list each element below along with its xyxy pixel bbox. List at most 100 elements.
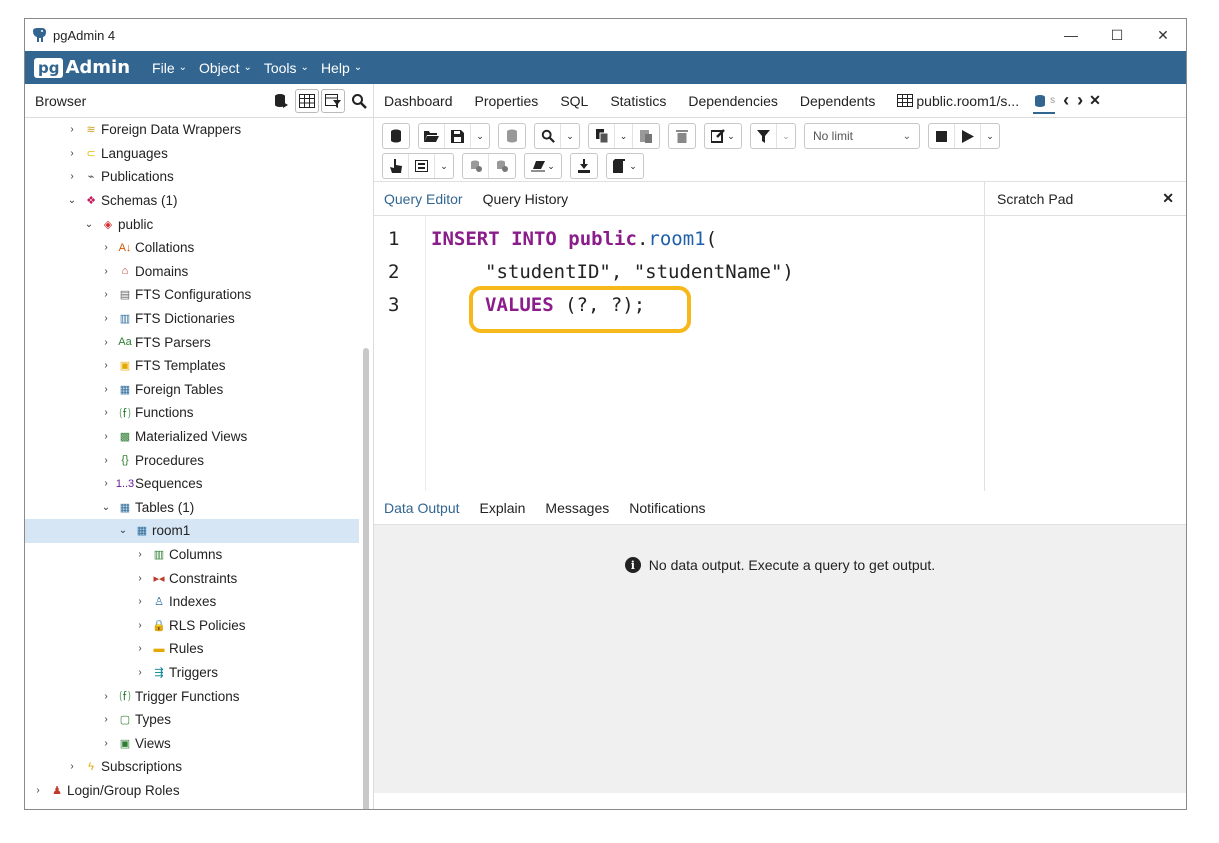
tree-scrollbar[interactable]: [363, 348, 369, 809]
tree-item-sequences[interactable]: › 1..3 Sequences: [25, 472, 359, 496]
tree-item-tables-1[interactable]: ⌄ ▦ Tables (1): [25, 496, 359, 520]
tab-explain[interactable]: Explain: [480, 500, 526, 516]
tab-dashboard[interactable]: Dashboard: [384, 93, 453, 109]
tab-query-tool[interactable]: s: [1033, 94, 1056, 114]
tab-properties[interactable]: Properties: [475, 93, 539, 109]
tab-scroll-left-button[interactable]: ‹: [1063, 90, 1069, 111]
tree-item-fts-configurations[interactable]: › ▤ FTS Configurations: [25, 283, 359, 307]
chevron-right-icon[interactable]: ›: [65, 171, 79, 182]
database-icon[interactable]: [383, 124, 409, 148]
chevron-right-icon[interactable]: ›: [99, 431, 113, 442]
stop-icon[interactable]: [929, 124, 955, 148]
chevron-down-icon[interactable]: ⌄: [65, 195, 79, 206]
tab-dependents[interactable]: Dependents: [800, 93, 876, 109]
minimize-button[interactable]: —: [1048, 19, 1094, 51]
tree-item-constraints[interactable]: › ▸◂ Constraints: [25, 566, 359, 590]
tab-query-editor[interactable]: Query Editor: [384, 191, 463, 207]
chevron-right-icon[interactable]: ›: [65, 124, 79, 135]
tree-item-room1[interactable]: ⌄ ▦ room1: [25, 519, 359, 543]
filter-icon[interactable]: [751, 124, 777, 148]
tab-dependencies[interactable]: Dependencies: [688, 93, 778, 109]
tree-item-subscriptions[interactable]: › ϟ Subscriptions: [25, 755, 359, 779]
chevron-right-icon[interactable]: ›: [99, 313, 113, 324]
close-icon[interactable]: ✕: [1162, 190, 1174, 207]
tab-view-data[interactable]: public.room1/s...: [897, 93, 1019, 109]
chevron-right-icon[interactable]: ›: [133, 643, 147, 654]
explain-icon[interactable]: [383, 154, 409, 178]
chevron-down-icon[interactable]: ⌄: [99, 502, 113, 513]
tree-item-fts-parsers[interactable]: › Aa FTS Parsers: [25, 330, 359, 354]
explain-analyze-icon[interactable]: [409, 154, 435, 178]
tree-item-fts-dictionaries[interactable]: › ▥ FTS Dictionaries: [25, 307, 359, 331]
query-tool-icon[interactable]: [269, 89, 293, 113]
tab-messages[interactable]: Messages: [545, 500, 609, 516]
open-file-icon[interactable]: [419, 124, 445, 148]
copy-icon[interactable]: [589, 124, 615, 148]
chevron-down-icon[interactable]: ⌄: [435, 154, 453, 178]
edit-icon[interactable]: ⌄: [705, 124, 741, 148]
view-data-icon[interactable]: [295, 88, 319, 113]
close-window-button[interactable]: ✕: [1140, 19, 1186, 51]
execute-icon[interactable]: [955, 124, 981, 148]
chevron-right-icon[interactable]: ›: [99, 289, 113, 300]
chevron-down-icon[interactable]: ⌄: [777, 124, 795, 148]
menu-file[interactable]: File ⌄: [152, 60, 187, 76]
chevron-right-icon[interactable]: ›: [99, 738, 113, 749]
find-icon[interactable]: [535, 124, 561, 148]
chevron-right-icon[interactable]: ›: [133, 596, 147, 607]
paste-icon[interactable]: [633, 124, 659, 148]
tree-item-materialized-views[interactable]: › ▩ Materialized Views: [25, 425, 359, 449]
chevron-right-icon[interactable]: ›: [65, 148, 79, 159]
code-editor[interactable]: 1 2 3 INSERT INTO public.room1( "student…: [374, 216, 984, 491]
macros-icon[interactable]: ⌄: [607, 154, 643, 178]
tree-item-triggers[interactable]: › ⇶ Triggers: [25, 661, 359, 685]
tree-item-rls-policies[interactable]: › 🔒 RLS Policies: [25, 613, 359, 637]
tree-item-collations[interactable]: › A↓ Collations: [25, 236, 359, 260]
menu-object[interactable]: Object ⌄: [199, 60, 252, 76]
search-icon[interactable]: [347, 89, 371, 113]
eraser-icon[interactable]: ⌄: [525, 154, 561, 178]
tree-item-login-group-roles[interactable]: › ♟ Login/Group Roles: [25, 779, 359, 803]
tab-sql[interactable]: SQL: [560, 93, 588, 109]
tree-item-functions[interactable]: › ⒡ Functions: [25, 401, 359, 425]
tree-item-languages[interactable]: › ⊂ Languages: [25, 142, 359, 166]
tree-item-indexes[interactable]: › ♙ Indexes: [25, 590, 359, 614]
chevron-down-icon[interactable]: ⌄: [471, 124, 489, 148]
chevron-right-icon[interactable]: ›: [99, 714, 113, 725]
tab-notifications[interactable]: Notifications: [629, 500, 705, 516]
tab-statistics[interactable]: Statistics: [610, 93, 666, 109]
tab-scroll-right-button[interactable]: ›: [1077, 90, 1083, 111]
tree-item-procedures[interactable]: › {} Procedures: [25, 448, 359, 472]
tree-item-types[interactable]: › ▢ Types: [25, 708, 359, 732]
maximize-button[interactable]: ☐: [1094, 19, 1140, 51]
tree-item-fts-templates[interactable]: › ▣ FTS Templates: [25, 354, 359, 378]
chevron-right-icon[interactable]: ›: [99, 384, 113, 395]
chevron-right-icon[interactable]: ›: [99, 360, 113, 371]
chevron-right-icon[interactable]: ›: [99, 455, 113, 466]
menu-tools[interactable]: Tools ⌄: [264, 60, 309, 76]
rollback-icon[interactable]: [489, 154, 515, 178]
chevron-right-icon[interactable]: ›: [133, 573, 147, 584]
tab-query-history[interactable]: Query History: [483, 191, 569, 207]
chevron-right-icon[interactable]: ›: [99, 407, 113, 418]
save-icon[interactable]: [445, 124, 471, 148]
chevron-right-icon[interactable]: ›: [99, 478, 113, 489]
chevron-down-icon[interactable]: ⌄: [561, 124, 579, 148]
chevron-right-icon[interactable]: ›: [99, 337, 113, 348]
tree-item-public[interactable]: ⌄ ◈ public: [25, 212, 359, 236]
tree-item-foreign-data-wrappers[interactable]: › ≋ Foreign Data Wrappers: [25, 118, 359, 142]
tree-item-domains[interactable]: › ⌂ Domains: [25, 260, 359, 284]
chevron-down-icon[interactable]: ⌄: [615, 124, 633, 148]
chevron-right-icon[interactable]: ›: [31, 785, 45, 796]
tab-close-button[interactable]: ✕: [1089, 92, 1101, 109]
row-limit-select[interactable]: No limit ⌄: [804, 123, 920, 149]
tree-item-schemas-1[interactable]: ⌄ ❖ Schemas (1): [25, 189, 359, 213]
chevron-right-icon[interactable]: ›: [65, 761, 79, 772]
tree-item-tabl[interactable]: ▬Tabl...: [25, 802, 359, 809]
tree-item-foreign-tables[interactable]: › ▦ Foreign Tables: [25, 378, 359, 402]
tree-item-trigger-functions[interactable]: › ⒡ Trigger Functions: [25, 684, 359, 708]
chevron-right-icon[interactable]: ›: [99, 691, 113, 702]
chevron-down-icon[interactable]: ⌄: [981, 124, 999, 148]
commit-icon[interactable]: [463, 154, 489, 178]
download-icon[interactable]: [571, 154, 597, 178]
